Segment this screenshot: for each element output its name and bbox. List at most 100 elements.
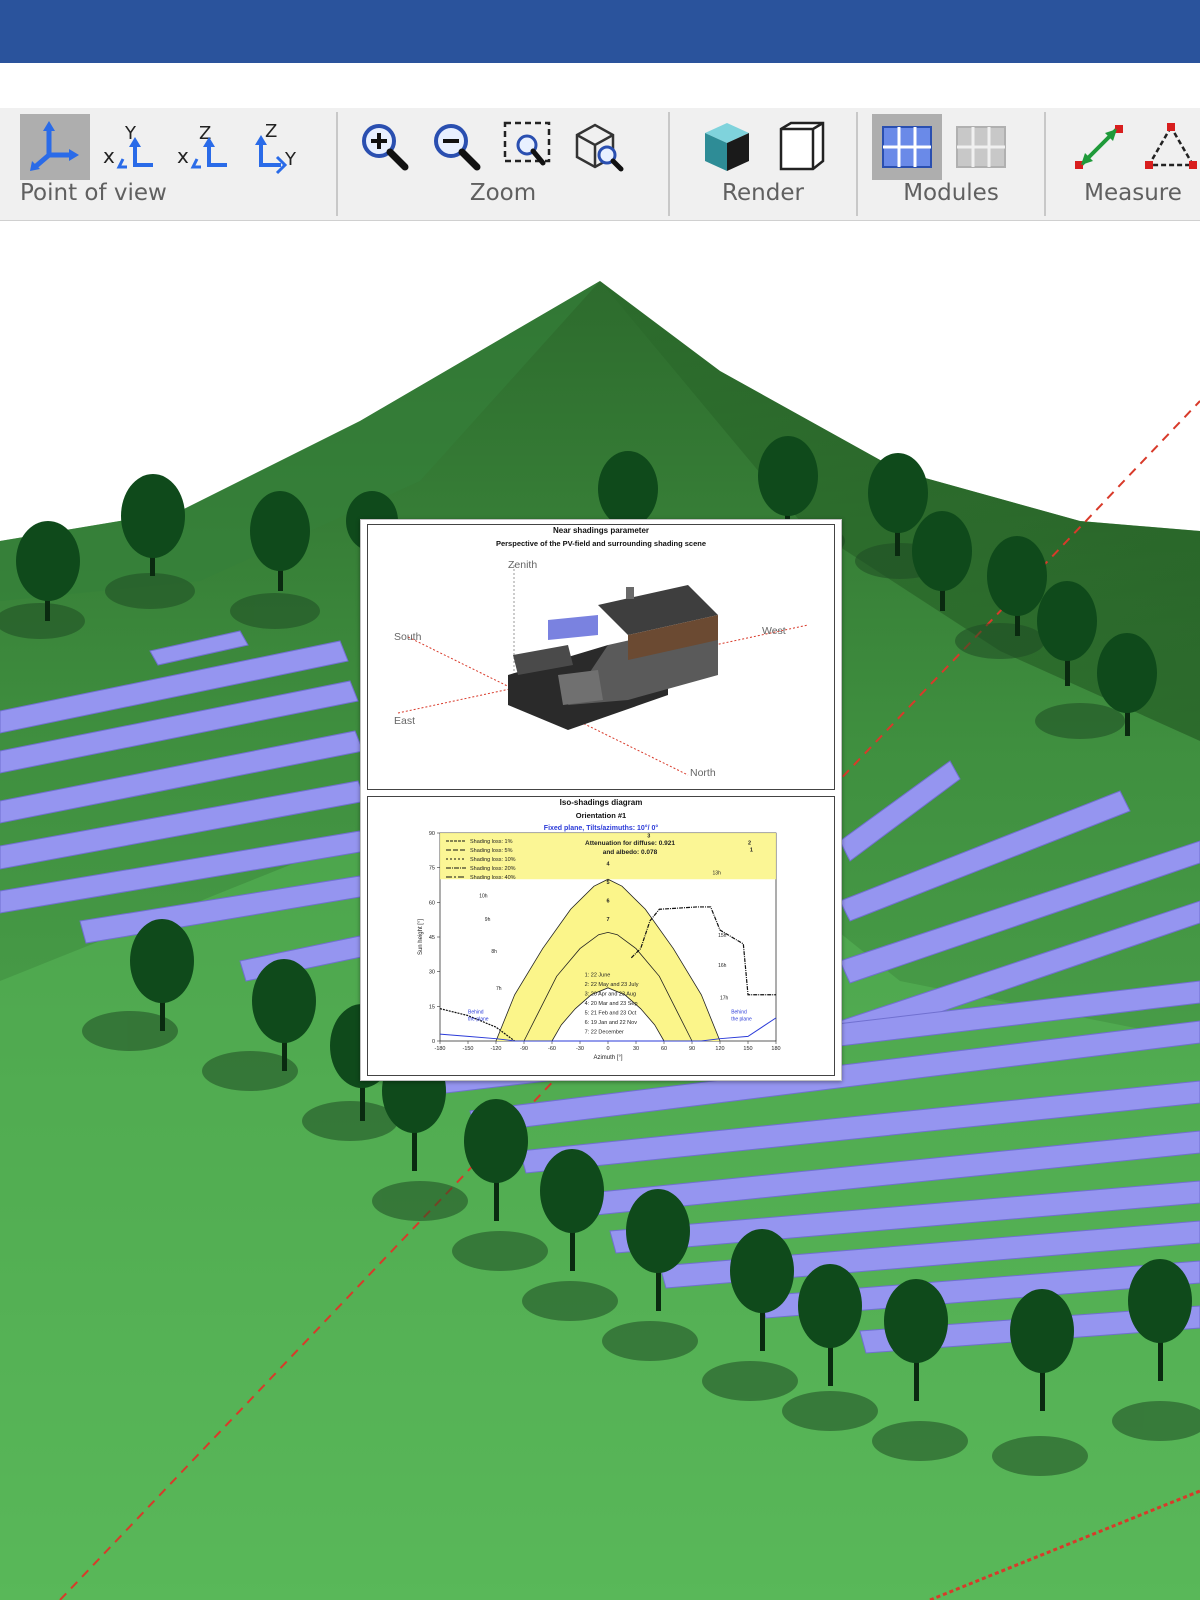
x-tick-label: 0 (606, 1046, 609, 1052)
y-tick-label: 90 (429, 831, 435, 837)
xy-plane-button[interactable]: x Y (94, 114, 164, 180)
zoom-object-icon (575, 123, 624, 172)
rotate-view-icon (0, 117, 10, 177)
hour-label: 16h (718, 963, 727, 969)
attenuation-diffuse: Attenuation for diffuse: 0.921 (585, 840, 675, 847)
date-legend-item: 2: 22 May and 23 July (585, 982, 639, 988)
behind-plane-label: the plane (468, 1016, 489, 1022)
x-tick-label: -180 (434, 1046, 445, 1052)
xy-plane-icon: x Y (103, 123, 153, 169)
x-tick-label: 30 (633, 1046, 639, 1052)
loss-legend-item: Shading loss: 5% (470, 848, 513, 854)
hour-label: 8h (491, 949, 497, 955)
render-wireframe-icon (779, 121, 825, 171)
zoom-out-button[interactable] (422, 114, 492, 180)
measure-label: Measure (1084, 180, 1182, 206)
zoom-object-button[interactable] (564, 114, 634, 180)
zoom-selection-icon (503, 121, 551, 166)
hour-label: 15h (718, 933, 727, 939)
y-tick-label: 0 (432, 1039, 435, 1045)
loss-legend-item: Shading loss: 20% (470, 866, 516, 872)
y-tick-label: 60 (429, 900, 435, 906)
date-marker: 7 (606, 917, 609, 923)
shading-report-overlay: Near shadings parameter Perspective of t… (360, 519, 842, 1081)
x-tick-label: -150 (462, 1046, 473, 1052)
y-tick-label: 15 (429, 1004, 435, 1010)
x-tick-label: 150 (743, 1046, 752, 1052)
modules-grid-icon (882, 126, 932, 168)
x-axis-label: Azimuth [°] (593, 1055, 622, 1061)
x-tick-label: 90 (689, 1046, 695, 1052)
zoom-out-icon (434, 124, 481, 171)
x-tick-label: -30 (576, 1046, 584, 1052)
near-shadings-panel: Near shadings parameter Perspective of t… (367, 524, 835, 790)
hour-label: 9h (485, 917, 491, 923)
measure-angle-button[interactable] (1136, 114, 1200, 180)
xz-plane-button[interactable]: x Z (168, 114, 238, 180)
render-solid-icon (705, 123, 749, 171)
date-legend-item: 6: 19 Jan and 22 Nov (585, 1020, 638, 1026)
point-of-view-group: x Y x Z Z Y Point of view (0, 108, 338, 220)
hour-label: 10h (479, 894, 488, 900)
y-tick-label: 75 (429, 866, 435, 872)
modules-hidden-button[interactable] (946, 114, 1016, 180)
date-marker: 3 (647, 834, 650, 840)
date-legend-item: 1: 22 June (585, 972, 611, 978)
date-legend-item: 5: 21 Feb and 23 Oct (585, 1010, 637, 1016)
xyz-axes-icon (30, 121, 79, 171)
north-label: North (690, 767, 716, 779)
date-marker: 2 (748, 841, 751, 847)
render-label: Render (722, 180, 804, 206)
iso-shadings-chart: -180 -150 -120 -90 -60 -30 0 30 60 90 120 150 180015… (418, 831, 781, 1061)
date-legend-item: 3: 20 Apr and 23 Aug (585, 991, 636, 997)
x-tick-label: -90 (520, 1046, 528, 1052)
view-toolbar: x Y x Z Z Y Point of view Zoom Render Mo… (0, 108, 1200, 221)
svg-text:x: x (103, 144, 115, 168)
measure-distance-button[interactable] (1064, 114, 1134, 180)
west-label: West (762, 625, 786, 637)
zoom-in-button[interactable] (350, 114, 420, 180)
attenuation-albedo: and albedo: 0.078 (603, 849, 658, 856)
render-solid-button[interactable] (692, 114, 762, 180)
behind-plane-label: the plane (731, 1016, 752, 1022)
svg-text:Z: Z (265, 121, 277, 142)
y-tick-label: 45 (429, 935, 435, 941)
render-group: Render (670, 108, 858, 220)
east-label: East (394, 715, 416, 727)
iso-shadings-panel: Iso-shadings diagram Orientation #1 Fixe… (367, 796, 835, 1076)
hour-label: 17h (720, 995, 729, 1001)
loss-legend-item: Shading loss: 10% (470, 857, 516, 863)
modules-group: Modules (858, 108, 1046, 220)
date-marker: 6 (606, 898, 609, 904)
date-marker: 1 (750, 847, 753, 853)
modules-grid-button[interactable] (872, 114, 942, 180)
render-wireframe-button[interactable] (766, 114, 836, 180)
behind-plane-label: Behind (468, 1009, 484, 1015)
svg-text:Y: Y (284, 149, 297, 170)
date-marker: 5 (606, 880, 609, 886)
hour-label: 13h (713, 871, 722, 877)
window-titlebar (0, 0, 1200, 63)
zenith-label: Zenith (508, 559, 538, 571)
zoom-in-icon (362, 124, 409, 171)
south-label: South (394, 631, 422, 643)
point-of-view-label: Point of view (20, 180, 167, 206)
house-model (508, 585, 718, 730)
measure-group: Measure (1046, 108, 1200, 220)
xyz-axes-button[interactable] (20, 114, 90, 180)
y-axis-label: Sun height [°] (418, 919, 424, 955)
modules-label: Modules (903, 180, 999, 206)
date-legend-item: 7: 22 December (585, 1029, 624, 1035)
hour-label: 7h (496, 986, 502, 992)
loss-legend-item: Shading loss: 1% (470, 839, 513, 845)
zy-plane-button[interactable]: Z Y (242, 114, 312, 180)
zoom-selection-button[interactable] (494, 114, 564, 180)
zoom-group: Zoom (338, 108, 670, 220)
behind-plane-label: Behind (731, 1009, 747, 1015)
date-legend-item: 4: 20 Mar and 23 Sep (585, 1001, 638, 1007)
x-tick-label: -120 (490, 1046, 501, 1052)
x-tick-label: -60 (548, 1046, 556, 1052)
x-tick-label: 120 (715, 1046, 724, 1052)
loss-legend-item: Shading loss: 40% (470, 875, 516, 881)
rotate-view-button[interactable] (0, 114, 10, 180)
